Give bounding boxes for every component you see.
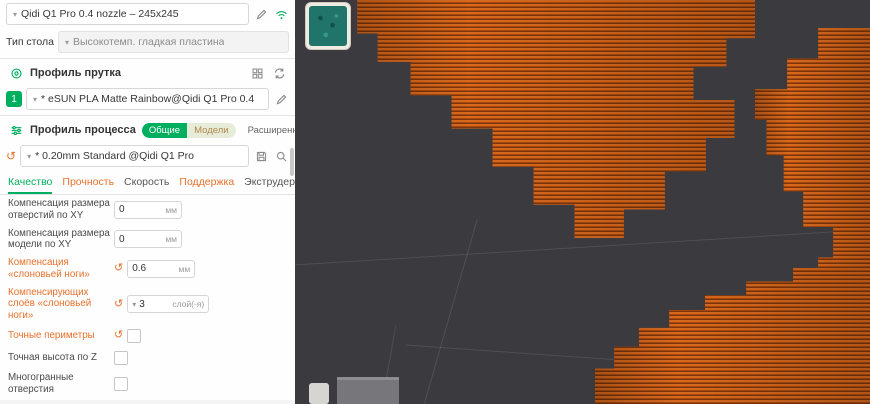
settings-panel: ▾ Qidi Q1 Pro 0.4 nozzle – 245x245 Тип с… bbox=[0, 0, 296, 404]
revert-icon[interactable]: ↺ bbox=[114, 263, 123, 274]
polyholes-checkbox[interactable] bbox=[114, 377, 128, 391]
printer-connection-icon[interactable] bbox=[273, 6, 289, 22]
tab-strength[interactable]: Прочность bbox=[62, 174, 114, 194]
printer-name: Qidi Q1 Pro 0.4 nozzle – 245x245 bbox=[21, 8, 179, 20]
advanced-mode: Расширенный bbox=[248, 124, 296, 137]
filament-row: 1 ▾ * eSUN PLA Matte Rainbow@Qidi Q1 Pro… bbox=[0, 85, 295, 113]
setting-label: Компенсация «слоновьей ноги» bbox=[8, 257, 114, 281]
printer-select[interactable]: ▾ Qidi Q1 Pro 0.4 nozzle – 245x245 bbox=[6, 3, 249, 25]
chevron-down-icon: ▾ bbox=[13, 10, 17, 19]
setting-row-hole-compensation: Компенсация размера отверстий по XY 0 мм bbox=[0, 195, 295, 225]
divider bbox=[0, 115, 295, 116]
printer-row: ▾ Qidi Q1 Pro 0.4 nozzle – 245x245 bbox=[0, 0, 295, 28]
process-preset-select[interactable]: ▾ * 0.20mm Standard @Qidi Q1 Pro bbox=[20, 145, 249, 167]
sync-filament-icon[interactable] bbox=[271, 65, 287, 81]
scope-objects-tab[interactable]: Модели bbox=[187, 123, 235, 138]
revert-icon[interactable]: ↺ bbox=[114, 330, 123, 341]
setting-row-elephant-foot: Компенсация «слоновьей ноги» ↺ 0.6 мм bbox=[0, 254, 295, 284]
process-section-title: Профиль процесса bbox=[30, 124, 136, 136]
process-header: Профиль процесса Общие Модели Расширенны… bbox=[0, 118, 295, 142]
process-preset-name: * 0.20mm Standard @Qidi Q1 Pro bbox=[35, 150, 194, 162]
tab-extruder-mm[interactable]: Экструдер ММ bbox=[244, 174, 296, 194]
bed-type-value: Высокотемп. гладкая пластина bbox=[73, 36, 225, 48]
chevron-down-icon: ▾ bbox=[27, 152, 31, 161]
setting-label: Точные периметры bbox=[8, 330, 114, 342]
size-compensation-input[interactable]: 0 мм bbox=[114, 230, 182, 248]
process-icon bbox=[8, 122, 24, 138]
chevron-down-icon: ▾ bbox=[65, 38, 69, 47]
filament-preset-name: * eSUN PLA Matte Rainbow@Qidi Q1 Pro 0.4 bbox=[41, 93, 254, 105]
sliced-model-right[interactable] bbox=[755, 28, 870, 283]
filament-section-title: Профиль прутка bbox=[30, 67, 121, 79]
chevron-down-icon: ▾ bbox=[132, 300, 136, 309]
settings-list: Компенсация размера отверстий по XY 0 мм… bbox=[0, 195, 295, 404]
setting-row-elephant-foot-layers: Компенсирующих слоёв «слоновьей ноги» ↺ … bbox=[0, 284, 295, 325]
sliced-model-bottom-right[interactable] bbox=[595, 268, 870, 404]
small-model-gray[interactable] bbox=[337, 377, 399, 404]
filament-header: Профиль прутка bbox=[0, 61, 295, 85]
slicer-window: ▾ Qidi Q1 Pro 0.4 nozzle – 245x245 Тип с… bbox=[0, 0, 870, 404]
filament-spool-icon bbox=[8, 65, 24, 81]
plate-thumbnail[interactable] bbox=[305, 2, 351, 50]
search-settings-icon[interactable] bbox=[273, 148, 289, 164]
setting-label: Компенсация размера модели по XY bbox=[8, 228, 114, 252]
bed-type-select[interactable]: ▾ Высокотемп. гладкая пластина bbox=[58, 31, 289, 53]
setting-label: Компенсация размера отверстий по XY bbox=[8, 198, 114, 222]
process-tabs: Качество Прочность Скорость Поддержка Эк… bbox=[0, 170, 295, 195]
plate-grid-line bbox=[413, 219, 477, 404]
precise-z-checkbox[interactable] bbox=[114, 351, 128, 365]
hole-compensation-input[interactable]: 0 мм bbox=[114, 201, 182, 219]
setting-label: Многогранные отверстия bbox=[8, 372, 114, 396]
tab-speed[interactable]: Скорость bbox=[124, 174, 169, 194]
small-model-white[interactable] bbox=[309, 383, 329, 404]
bed-type-label: Тип стола bbox=[6, 36, 54, 48]
scope-global-tab[interactable]: Общие bbox=[142, 123, 187, 138]
panel-scrollbar[interactable] bbox=[290, 148, 294, 176]
sliced-model-main[interactable] bbox=[345, 0, 755, 238]
preset-modified-icon[interactable]: ↺ bbox=[6, 149, 16, 163]
elephant-foot-layers-input[interactable]: ▾ 3 слой(-я) bbox=[127, 295, 209, 313]
elephant-foot-input[interactable]: 0.6 мм bbox=[127, 260, 195, 278]
chevron-down-icon: ▾ bbox=[33, 95, 37, 104]
setting-label: Компенсирующих слоёв «слоновьей ноги» bbox=[8, 287, 114, 322]
tab-quality[interactable]: Качество bbox=[8, 174, 52, 194]
process-preset-row: ↺ ▾ * 0.20mm Standard @Qidi Q1 Pro bbox=[0, 142, 295, 170]
advanced-label: Расширенный bbox=[248, 125, 296, 136]
revert-icon[interactable]: ↺ bbox=[114, 299, 123, 310]
flushing-volumes-icon[interactable] bbox=[249, 65, 265, 81]
edit-filament-icon[interactable] bbox=[273, 91, 289, 107]
viewport-3d[interactable] bbox=[295, 0, 870, 404]
tab-support[interactable]: Поддержка bbox=[179, 174, 234, 194]
filament-select[interactable]: ▾ * eSUN PLA Matte Rainbow@Qidi Q1 Pro 0… bbox=[26, 88, 269, 110]
divider bbox=[0, 58, 295, 59]
plate-thumbnail-image bbox=[309, 6, 347, 46]
precise-walls-checkbox[interactable] bbox=[127, 329, 141, 343]
edit-printer-icon[interactable] bbox=[253, 6, 269, 22]
section-smoothing: Разглаживание bbox=[0, 400, 295, 404]
filament-slot-badge[interactable]: 1 bbox=[6, 91, 22, 107]
process-scope-switch: Общие Модели bbox=[142, 123, 236, 138]
setting-row-polyholes: Многогранные отверстия bbox=[0, 369, 295, 399]
setting-row-precise-z: Точная высота по Z bbox=[0, 347, 295, 369]
bed-type-row: Тип стола ▾ Высокотемп. гладкая пластина bbox=[0, 28, 295, 56]
setting-row-size-compensation: Компенсация размера модели по XY 0 мм bbox=[0, 225, 295, 255]
setting-row-precise-walls: Точные периметры ↺ bbox=[0, 325, 295, 347]
setting-label: Точная высота по Z bbox=[8, 352, 114, 364]
save-preset-icon[interactable] bbox=[253, 148, 269, 164]
